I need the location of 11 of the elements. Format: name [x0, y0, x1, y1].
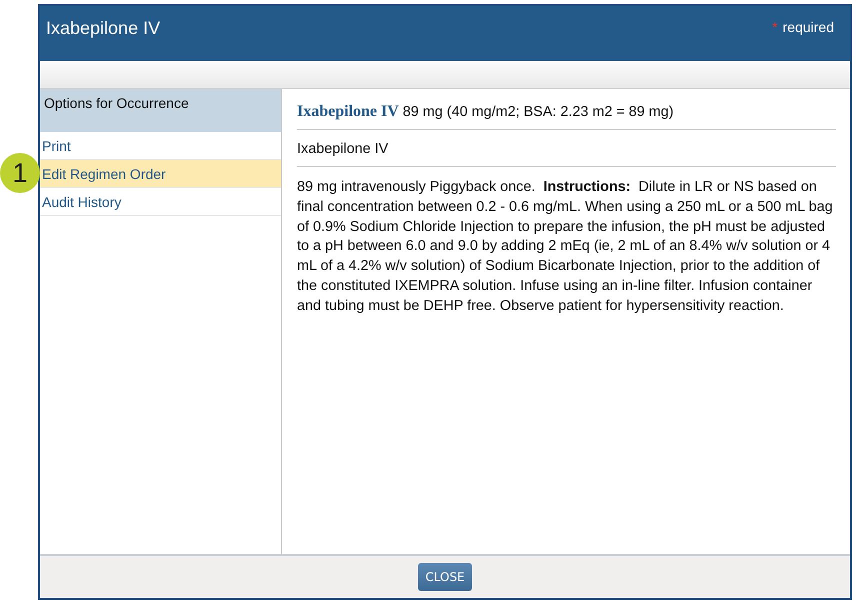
product-name: Ixabepilone IV [297, 130, 836, 167]
dialog-title: Ixabepilone IV [46, 18, 160, 39]
dose-summary: 89 mg (40 mg/m2; BSA: 2.23 m2 = 89 mg) [402, 104, 674, 120]
instructions-text: 89 mg intravenously Piggyback once. Instructions: Dilute in LR or NS based on final concentration between 0.2 - 0.6 mg/mL. When using a 250 mL or a 500 mL bag of 0.9% Sodium Chloride Injection to prepare the infusion, the pH must be adjusted to a pH between 6.0 and 9.0 by adding 2 mEq (ie, 2 mL of an 8.4% w/v solution or 4 mL of a 4.2% w/v solution) of Sodium Bicarbonate Injection, prior to the addition of the constituted IXEMPRA solution. Infuse using an in-line filter. Infusion container and tubing must be DEHP free. Observe patient for hypersensitivity reaction. [297, 178, 834, 316]
option-link[interactable]: Edit Regimen Order [40, 160, 281, 188]
options-heading: Options for Occurrence [40, 89, 281, 132]
callout-badge: 1 [0, 153, 40, 193]
required-asterisk: * [772, 18, 778, 34]
required-label: required [782, 18, 834, 34]
drug-name: Ixabepilone IV [297, 103, 399, 121]
close-button[interactable]: CLOSE [418, 563, 472, 591]
